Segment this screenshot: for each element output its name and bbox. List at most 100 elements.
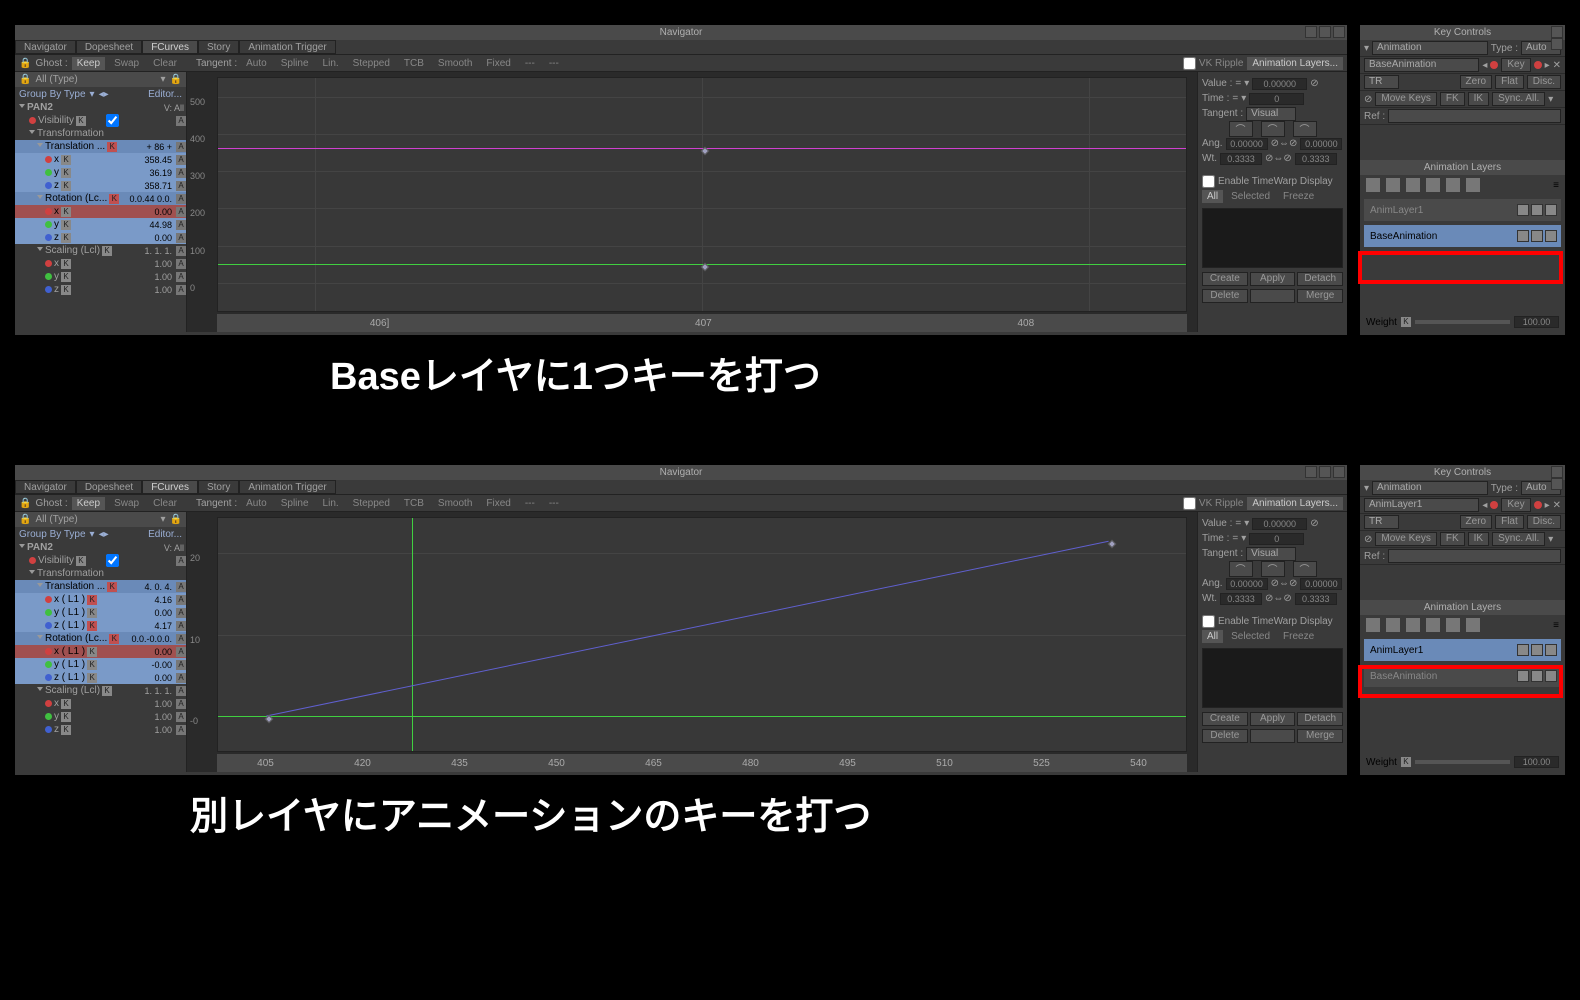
a-icon[interactable]: A — [176, 647, 186, 657]
create-button[interactable]: Create — [1202, 272, 1248, 286]
mute-icon[interactable] — [1531, 204, 1543, 216]
rx-row[interactable]: xK0.00A — [15, 205, 186, 218]
animation-dropdown[interactable]: Animation — [1372, 481, 1488, 495]
maximize-button[interactable] — [1319, 466, 1331, 478]
merge-button[interactable]: Merge — [1297, 729, 1343, 743]
tri-icon[interactable] — [19, 104, 25, 111]
key-icon[interactable]: K — [87, 608, 97, 618]
a-icon[interactable]: A — [176, 168, 186, 178]
sz-row[interactable]: zK1.00A — [15, 723, 186, 736]
weight-slider[interactable] — [1415, 320, 1510, 324]
link-icon[interactable]: ⊘ — [1364, 94, 1372, 105]
move-keys-button[interactable]: Move Keys — [1375, 92, 1436, 106]
sync-button[interactable]: Sync. All. — [1492, 92, 1545, 106]
filter-freeze-button[interactable]: Freeze — [1278, 190, 1319, 203]
rotation-row[interactable]: Rotation (Lc...K0.0.44 0.0.A — [15, 192, 186, 205]
tangent-tcb-button[interactable]: TCB — [399, 57, 429, 70]
chevron-down-icon[interactable]: ▾ — [1548, 94, 1553, 105]
a-icon[interactable]: A — [176, 712, 186, 722]
sz-row[interactable]: zK1.00A — [15, 283, 186, 296]
layer-down-icon[interactable] — [1466, 618, 1480, 632]
mute-icon[interactable] — [1531, 644, 1543, 656]
rx-row[interactable]: x ( L1 )K0.00A — [15, 645, 186, 658]
a-icon[interactable]: A — [176, 673, 186, 683]
layer-dropdown[interactable]: BaseAnimation — [1364, 58, 1479, 72]
lock-icon[interactable]: 🔒 — [170, 74, 182, 85]
key-icon[interactable]: K — [61, 285, 71, 295]
delete-button[interactable]: Delete — [1202, 729, 1248, 743]
new-layer-icon[interactable] — [1366, 618, 1380, 632]
angle2-input[interactable] — [1300, 138, 1342, 150]
key-icon[interactable]: K — [61, 725, 71, 735]
lock-icon[interactable]: 🔒 — [19, 498, 31, 509]
tab-animation-trigger[interactable]: Animation Trigger — [239, 480, 335, 494]
tx-row[interactable]: x ( L1 )K4.16A — [15, 593, 186, 606]
wt2-input[interactable] — [1295, 593, 1337, 605]
a-icon[interactable]: A — [176, 142, 186, 152]
tree-root[interactable]: PAN2 V: All — [15, 101, 186, 114]
fcurve-graph[interactable]: 20 10 -0 405 420 435 450 465 480 495 510… — [187, 512, 1197, 772]
chevron-down-icon[interactable]: ▾ — [161, 514, 166, 525]
mute-icon[interactable] — [1531, 230, 1543, 242]
wt2-input[interactable] — [1295, 153, 1337, 165]
next-key-icon[interactable]: ▸ — [1545, 500, 1550, 511]
angle1-input[interactable] — [1226, 578, 1268, 590]
angle1-input[interactable] — [1226, 138, 1268, 150]
tri-icon[interactable] — [29, 130, 35, 137]
lock-icon[interactable] — [1517, 670, 1529, 682]
detach-button[interactable]: Detach — [1297, 272, 1343, 286]
ghost-clear-button[interactable]: Clear — [148, 497, 182, 510]
tangent-in-button[interactable]: --- — [520, 497, 540, 510]
animation-layers-button[interactable]: Animation Layers... — [1247, 497, 1343, 510]
a-icon[interactable]: A — [176, 686, 186, 696]
panel-min-icon[interactable] — [1551, 466, 1563, 478]
time-input[interactable] — [1249, 93, 1304, 105]
key-icon[interactable]: K — [61, 207, 71, 217]
flat-button[interactable]: Flat — [1495, 515, 1524, 529]
graph-canvas[interactable]: 500 400 300 200 100 0 — [217, 77, 1187, 312]
filter-selected-button[interactable]: Selected — [1226, 190, 1275, 203]
flat-button[interactable]: Flat — [1495, 75, 1524, 89]
merge-layer-icon[interactable] — [1426, 178, 1440, 192]
visibility-row[interactable]: Visibility K A — [15, 114, 186, 127]
tangent-out-button[interactable]: --- — [544, 497, 564, 510]
a-icon[interactable]: A — [176, 621, 186, 631]
lock-icon[interactable]: 🔒 — [170, 514, 182, 525]
disc-button[interactable]: Disc. — [1527, 75, 1561, 89]
tab-animation-trigger[interactable]: Animation Trigger — [239, 40, 335, 54]
a-icon[interactable]: A — [176, 272, 186, 282]
record-icon[interactable] — [1534, 61, 1542, 69]
key-icon[interactable]: K — [102, 686, 112, 696]
zero-button[interactable]: Zero — [1460, 515, 1493, 529]
apply-button[interactable]: Apply — [1250, 272, 1296, 286]
key-icon[interactable]: K — [61, 220, 71, 230]
lock-icon[interactable]: 🔒 — [19, 74, 31, 85]
value-input[interactable] — [1252, 78, 1307, 90]
wt1-input[interactable] — [1220, 593, 1262, 605]
tangent-icon[interactable]: ⌒ — [1229, 561, 1253, 577]
delete-key-icon[interactable]: ✕ — [1553, 60, 1561, 71]
a-icon[interactable]: A — [176, 116, 186, 126]
a-icon[interactable]: A — [176, 660, 186, 670]
transformation-row[interactable]: Transformation — [15, 127, 186, 140]
key-icon[interactable]: K — [1401, 317, 1411, 327]
ghost-swap-button[interactable]: Swap — [109, 497, 144, 510]
chevron-down-icon[interactable]: ▾ — [90, 529, 95, 540]
tree-root[interactable]: PAN2V: All — [15, 541, 186, 554]
rz-row[interactable]: z ( L1 )K0.00A — [15, 671, 186, 684]
editor-button[interactable]: Editor... — [148, 529, 182, 540]
sx-row[interactable]: xK1.00A — [15, 257, 186, 270]
ik-button[interactable]: IK — [1468, 92, 1489, 106]
duplicate-layer-icon[interactable] — [1406, 618, 1420, 632]
record-icon[interactable] — [1490, 61, 1498, 69]
panel-close-icon[interactable] — [1551, 478, 1563, 490]
apply-button[interactable]: Apply — [1250, 712, 1296, 726]
tangent-icon[interactable]: ⌒ — [1261, 561, 1285, 577]
vk-ripple-checkbox[interactable] — [1183, 497, 1196, 510]
curve-diagonal[interactable] — [218, 518, 1186, 751]
solo-icon[interactable] — [1545, 230, 1557, 242]
key-icon[interactable]: K — [107, 142, 117, 152]
lock-icon[interactable] — [1517, 230, 1529, 242]
key-icon[interactable]: K — [61, 155, 71, 165]
filter-all-button[interactable]: All — [1202, 630, 1223, 643]
